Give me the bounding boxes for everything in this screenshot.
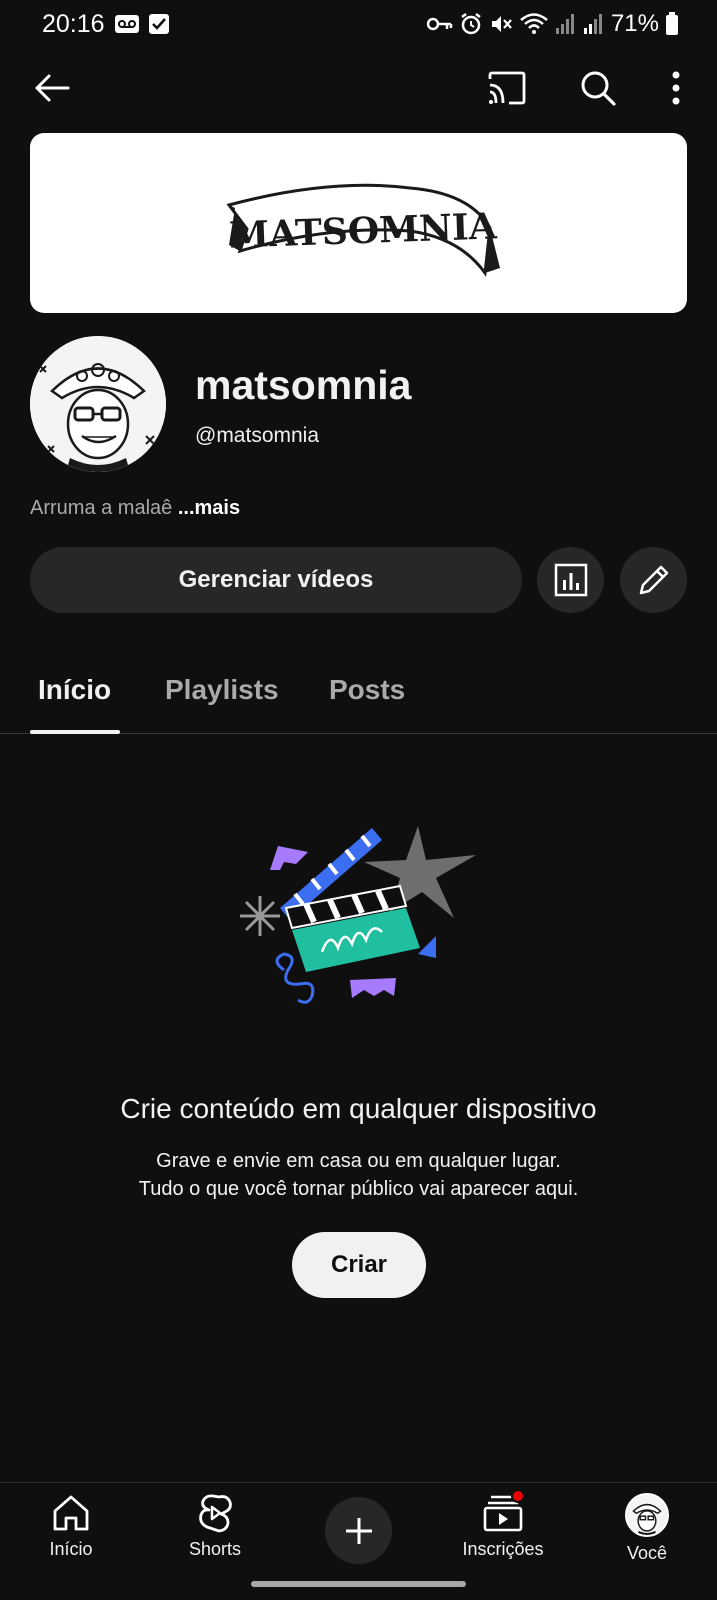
more-vert-icon (672, 71, 680, 105)
search-icon (581, 71, 616, 106)
cast-icon (488, 71, 526, 105)
back-button[interactable] (28, 64, 76, 112)
plus-icon (345, 1517, 372, 1544)
tab-playlists[interactable]: Playlists (165, 674, 279, 706)
nav-shorts[interactable]: Shorts (155, 1493, 275, 1560)
empty-state-title: Crie conteúdo em qualquer dispositivo (120, 1093, 597, 1124)
check-box-icon (149, 14, 169, 34)
cast-button[interactable] (483, 64, 531, 112)
manage-videos-button[interactable]: Gerenciar vídeos (30, 547, 522, 613)
signal-icon (555, 14, 574, 34)
more-options-button[interactable] (652, 64, 700, 112)
clapperboard-illustration (240, 826, 476, 1004)
subscriptions-notification-dot (511, 1489, 525, 1503)
channel-avatar[interactable] (30, 336, 166, 472)
nav-subscriptions-label: Inscrições (462, 1539, 544, 1559)
avatar-mini-illustration (627, 1495, 667, 1535)
wifi-icon (520, 13, 548, 34)
voicemail-icon (115, 15, 139, 33)
channel-banner: MATSOMNIA (30, 133, 687, 313)
pencil-icon (639, 565, 668, 595)
avatar (625, 1493, 669, 1537)
nav-shorts-label: Shorts (188, 1539, 242, 1559)
tab-inicio[interactable]: Início (38, 674, 111, 706)
battery-percent: 71% (610, 10, 659, 37)
nav-subscriptions[interactable]: Inscrições (443, 1489, 563, 1560)
description-text: Arruma a malaê (30, 497, 173, 519)
channel-tabs: Início Playlists Posts (0, 660, 717, 734)
analytics-icon (554, 563, 587, 597)
shorts-icon (199, 1494, 232, 1533)
signal-icon (583, 14, 602, 34)
nav-you-label: Você (626, 1543, 668, 1563)
channel-handle: @matsomnia (195, 424, 320, 447)
channel-description[interactable]: Arruma a malaê ...mais (30, 497, 240, 520)
status-bar: 20:16 71% (0, 0, 717, 50)
avatar-illustration (30, 336, 166, 472)
status-right-icons: 71% (426, 10, 679, 38)
search-button[interactable] (574, 64, 622, 112)
mute-icon (491, 16, 512, 32)
analytics-button[interactable] (537, 547, 604, 613)
nav-create-button[interactable] (325, 1497, 392, 1564)
banner-logo: MATSOMNIA (226, 183, 500, 278)
empty-state-illustration (240, 820, 480, 1010)
edit-channel-button[interactable] (620, 547, 687, 613)
status-left-icons (114, 13, 170, 35)
description-more-link[interactable]: ...mais (178, 497, 240, 519)
top-app-bar (0, 58, 717, 118)
channel-name: matsomnia (195, 362, 412, 408)
status-time: 20:16 (42, 10, 105, 38)
back-arrow-icon (35, 74, 70, 102)
channel-page: 20:16 71% MATSOMNIA matsomnia @matsomnia… (0, 0, 717, 1600)
gesture-home-indicator[interactable] (251, 1581, 466, 1587)
battery-icon (666, 12, 678, 35)
tab-posts[interactable]: Posts (329, 674, 405, 706)
alarm-icon (461, 13, 481, 35)
home-icon (53, 1495, 89, 1531)
nav-you[interactable]: Você (587, 1493, 707, 1564)
empty-state-line-1: Grave e envie em casa ou em qualquer lug… (156, 1150, 561, 1172)
nav-home-label: Início (49, 1539, 93, 1559)
vpn-key-icon (426, 17, 453, 31)
create-button[interactable]: Criar (292, 1232, 426, 1298)
active-tab-indicator (30, 730, 120, 734)
empty-state-line-2: Tudo o que você tornar público vai apare… (138, 1178, 579, 1200)
nav-home[interactable]: Início (11, 1493, 131, 1560)
